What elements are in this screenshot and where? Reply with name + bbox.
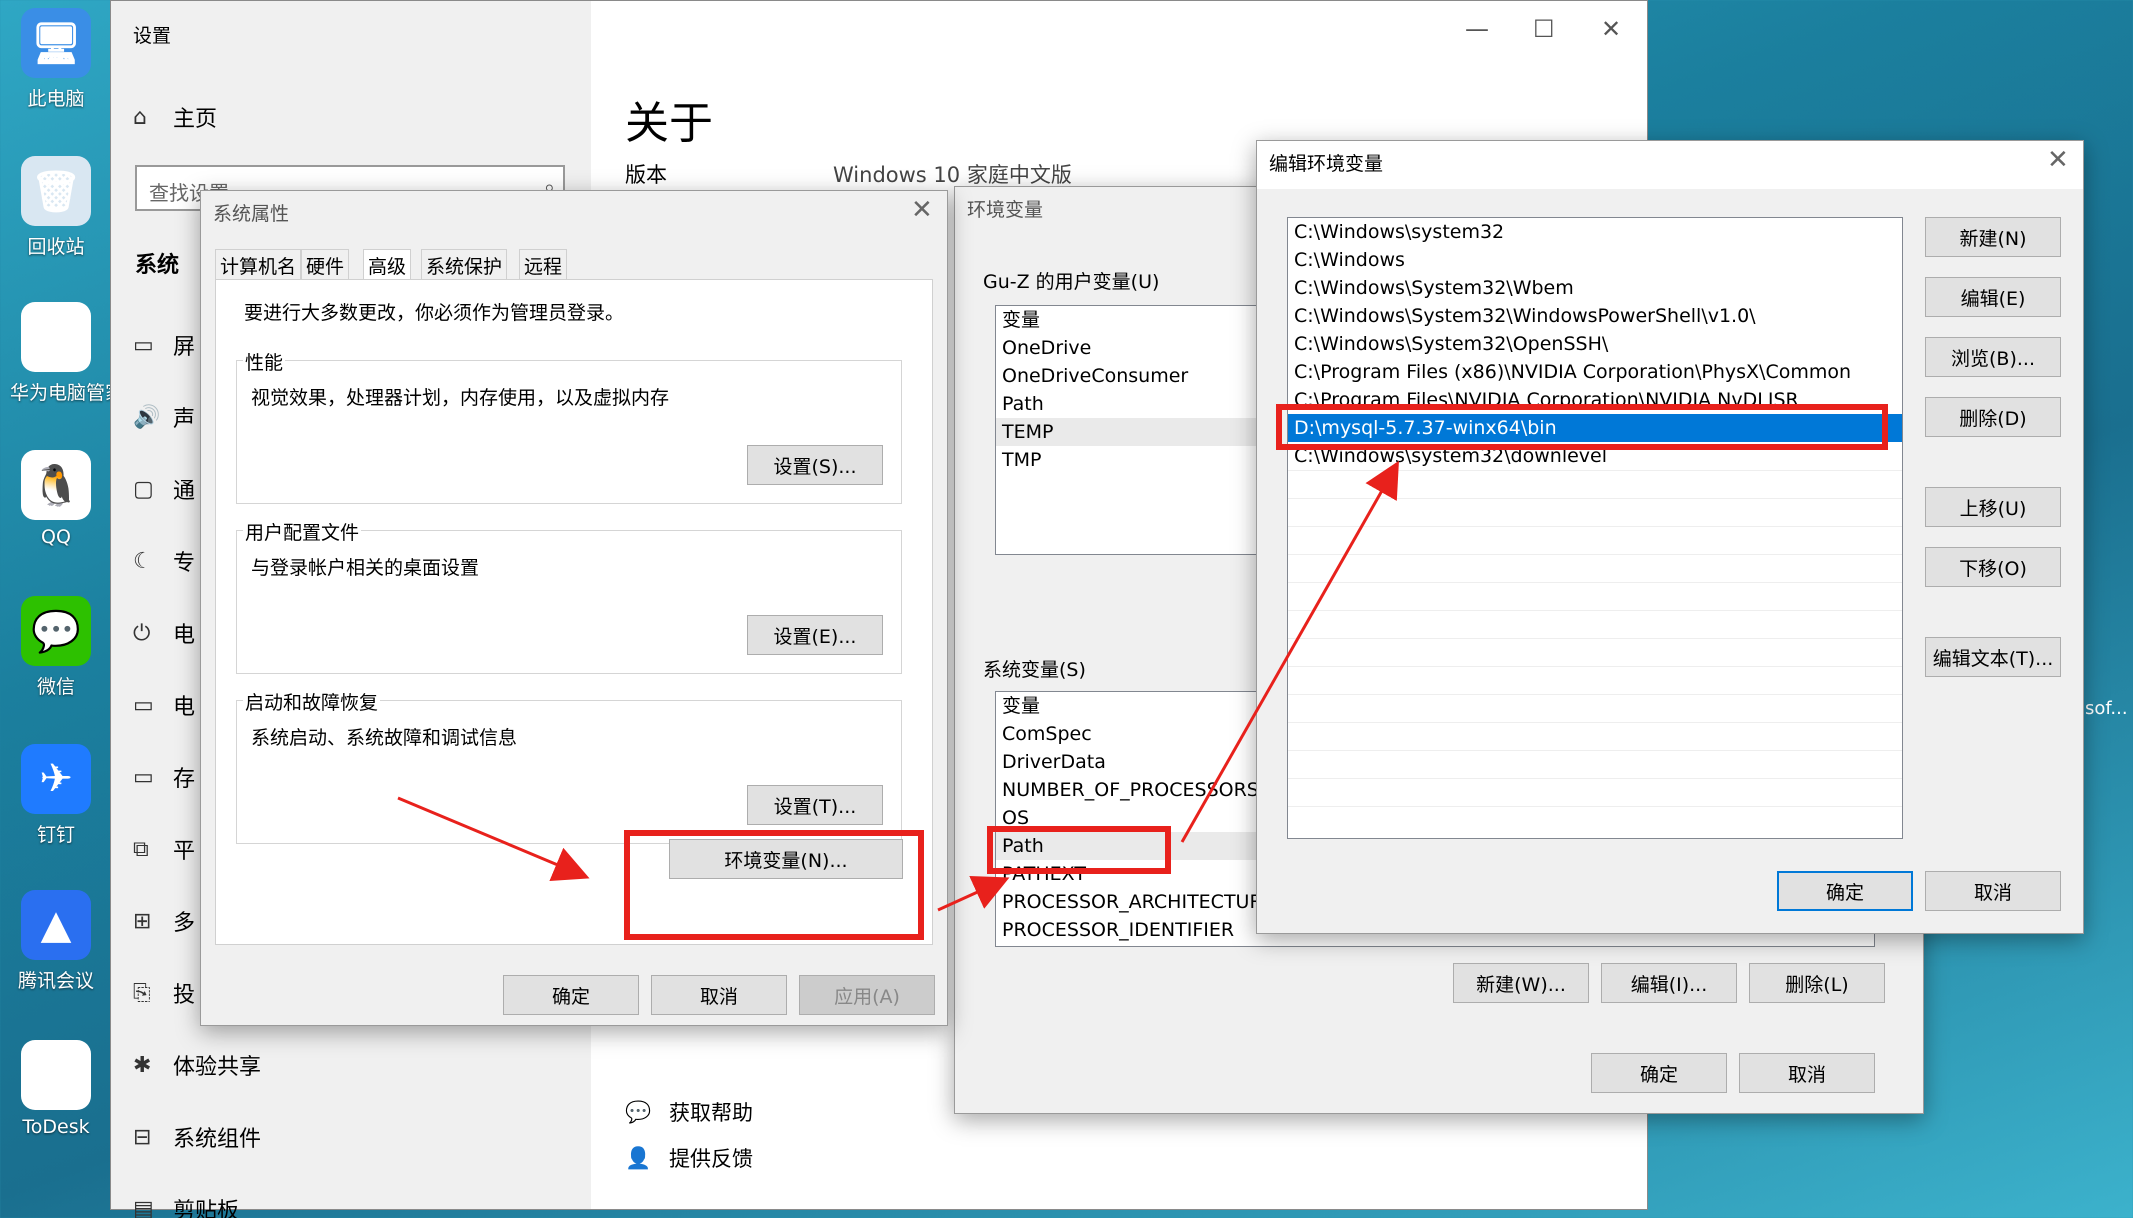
arrow-to-path-var (937, 876, 1010, 912)
annotation-arrows (397, 460, 1399, 912)
arrow-to-env-button (397, 796, 590, 881)
arrow-to-mysql-entry (1180, 460, 1399, 843)
